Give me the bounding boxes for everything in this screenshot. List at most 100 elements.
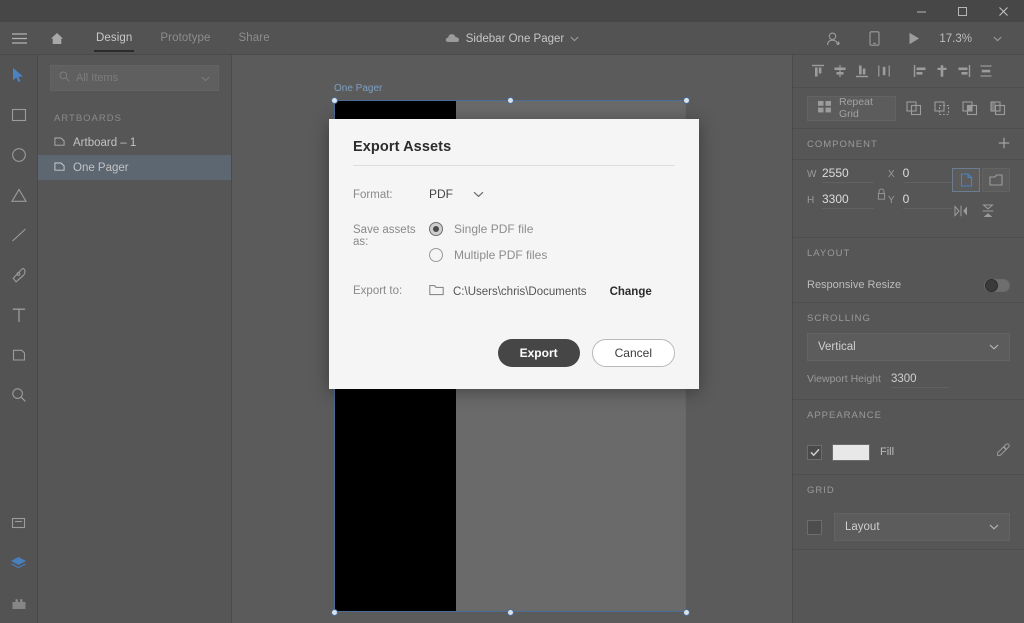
- viewport-height-value[interactable]: 3300: [890, 373, 949, 388]
- height-field[interactable]: H 3300: [807, 192, 874, 218]
- save-assets-as-row: Save assets as: Single PDF file Multiple…: [353, 222, 675, 262]
- artboard-name-label[interactable]: One Pager: [334, 83, 382, 94]
- distribute-vertical-icon[interactable]: [975, 58, 997, 84]
- hamburger-icon[interactable]: [0, 22, 38, 55]
- home-icon[interactable]: [38, 22, 76, 55]
- invite-person-icon[interactable]: [815, 22, 853, 55]
- maximize-button[interactable]: [942, 0, 983, 22]
- y-field[interactable]: Y 0: [888, 192, 952, 218]
- alignment-buttons: [807, 55, 1010, 87]
- layer-item-one-pager[interactable]: One Pager: [38, 155, 231, 180]
- width-height-column: W 2550 H 3300: [807, 166, 874, 223]
- export-button[interactable]: Export: [497, 339, 580, 367]
- repeat-grid-button[interactable]: Repeat Grid: [807, 95, 896, 121]
- flip-vertical-icon[interactable]: [982, 204, 994, 223]
- responsive-resize-toggle[interactable]: [984, 278, 1010, 292]
- fill-checkbox[interactable]: [807, 444, 822, 460]
- eyedropper-icon[interactable]: [996, 442, 1010, 462]
- selection-handle-bottom-center[interactable]: [506, 608, 514, 616]
- close-button[interactable]: [983, 0, 1024, 22]
- format-value: PDF: [429, 187, 453, 201]
- minimize-button[interactable]: [901, 0, 942, 22]
- boolean-add-icon[interactable]: [902, 95, 926, 121]
- selection-handle-top-left[interactable]: [330, 96, 338, 104]
- align-horizontal-center-icon[interactable]: [931, 58, 953, 84]
- radio-dot: [433, 226, 439, 232]
- format-row: Format: PDF: [353, 187, 675, 201]
- x-field[interactable]: X 0: [888, 166, 952, 192]
- zoom-chevron-down-icon[interactable]: [978, 22, 1016, 55]
- fill-color-swatch[interactable]: [832, 443, 870, 461]
- distribute-horizontal-icon[interactable]: [873, 58, 895, 84]
- fixed-scroll-icon[interactable]: [982, 168, 1010, 192]
- cancel-button[interactable]: Cancel: [591, 339, 675, 367]
- lock-aspect-icon[interactable]: [874, 166, 888, 223]
- boolean-operations: [902, 95, 1010, 121]
- flip-horizontal-icon[interactable]: [954, 204, 968, 223]
- tab-prototype[interactable]: Prototype: [146, 22, 224, 55]
- boolean-intersect-icon[interactable]: [958, 95, 982, 121]
- layers-panel-button[interactable]: [0, 543, 38, 583]
- align-vertical-center-icon[interactable]: [829, 58, 851, 84]
- tab-design[interactable]: Design: [82, 22, 146, 55]
- boolean-subtract-icon[interactable]: [930, 95, 954, 121]
- format-label: Format:: [353, 189, 393, 201]
- radio-single-pdf-control[interactable]: [429, 222, 443, 236]
- ellipse-tool[interactable]: [0, 135, 38, 175]
- y-value[interactable]: 0: [902, 192, 952, 209]
- layer-item-artboard-1[interactable]: Artboard – 1: [38, 130, 231, 155]
- x-value[interactable]: 0: [902, 166, 952, 183]
- text-tool[interactable]: [0, 295, 38, 335]
- mobile-device-icon[interactable]: [855, 22, 893, 55]
- zoom-tool[interactable]: [0, 375, 38, 415]
- artboard-icon: [54, 161, 65, 175]
- zoom-level-value[interactable]: 17.3%: [935, 33, 976, 45]
- grid-type-select[interactable]: Layout: [834, 513, 1010, 541]
- export-path-group: C:\Users\chris\Documents Change: [429, 283, 652, 301]
- search-input[interactable]: All Items: [50, 65, 219, 91]
- selection-handle-bottom-left[interactable]: [330, 608, 338, 616]
- format-select[interactable]: PDF: [429, 187, 484, 201]
- radio-multiple-pdf-control[interactable]: [429, 248, 443, 262]
- align-top-icon[interactable]: [807, 58, 829, 84]
- radio-single-pdf-label: Single PDF file: [454, 222, 534, 236]
- tab-share[interactable]: Share: [225, 22, 284, 55]
- search-input-placeholder: All Items: [76, 72, 119, 84]
- selection-handle-bottom-right[interactable]: [682, 608, 690, 616]
- boolean-exclude-icon[interactable]: [986, 95, 1010, 121]
- line-tool[interactable]: [0, 215, 38, 255]
- align-right-icon[interactable]: [953, 58, 975, 84]
- grid-checkbox[interactable]: [807, 519, 822, 535]
- title-chevron-down-icon[interactable]: [570, 33, 579, 45]
- scrolling-mode-select[interactable]: Vertical: [807, 333, 1010, 361]
- align-left-icon[interactable]: [909, 58, 931, 84]
- select-tool[interactable]: [0, 55, 38, 95]
- rectangle-tool[interactable]: [0, 95, 38, 135]
- dialog-title: Export Assets: [353, 139, 452, 155]
- polygon-tool[interactable]: [0, 175, 38, 215]
- plugins-panel-button[interactable]: [0, 583, 38, 623]
- height-value[interactable]: 3300: [822, 192, 874, 209]
- width-value[interactable]: 2550: [822, 166, 874, 183]
- play-preview-icon[interactable]: [895, 22, 933, 55]
- pen-tool[interactable]: [0, 255, 38, 295]
- width-field[interactable]: W 2550: [807, 166, 874, 192]
- document-title[interactable]: Sidebar One Pager: [466, 33, 564, 45]
- radio-multiple-pdf[interactable]: Multiple PDF files: [429, 248, 547, 262]
- plus-icon[interactable]: [998, 137, 1010, 152]
- fill-label: Fill: [880, 446, 895, 458]
- dimensions-fields: W 2550 H 3300 X 0 Y 0: [807, 160, 1010, 237]
- radio-single-pdf[interactable]: Single PDF file: [429, 222, 547, 236]
- search-chevron-down-icon[interactable]: [201, 69, 210, 87]
- properties-panel: Repeat Grid COMPONENT W 2550 H 3300 X 0 …: [792, 55, 1024, 623]
- selection-handle-top-center[interactable]: [506, 96, 514, 104]
- selection-handle-top-right[interactable]: [682, 96, 690, 104]
- page-scroll-icon[interactable]: [952, 168, 980, 192]
- align-bottom-icon[interactable]: [851, 58, 873, 84]
- change-path-link[interactable]: Change: [610, 286, 652, 298]
- save-assets-as-options: Single PDF file Multiple PDF files: [429, 222, 547, 262]
- fill-row: Fill: [807, 430, 1010, 474]
- grid-type-value: Layout: [845, 521, 880, 533]
- assets-panel-button[interactable]: [0, 503, 38, 543]
- artboard-tool[interactable]: [0, 335, 38, 375]
